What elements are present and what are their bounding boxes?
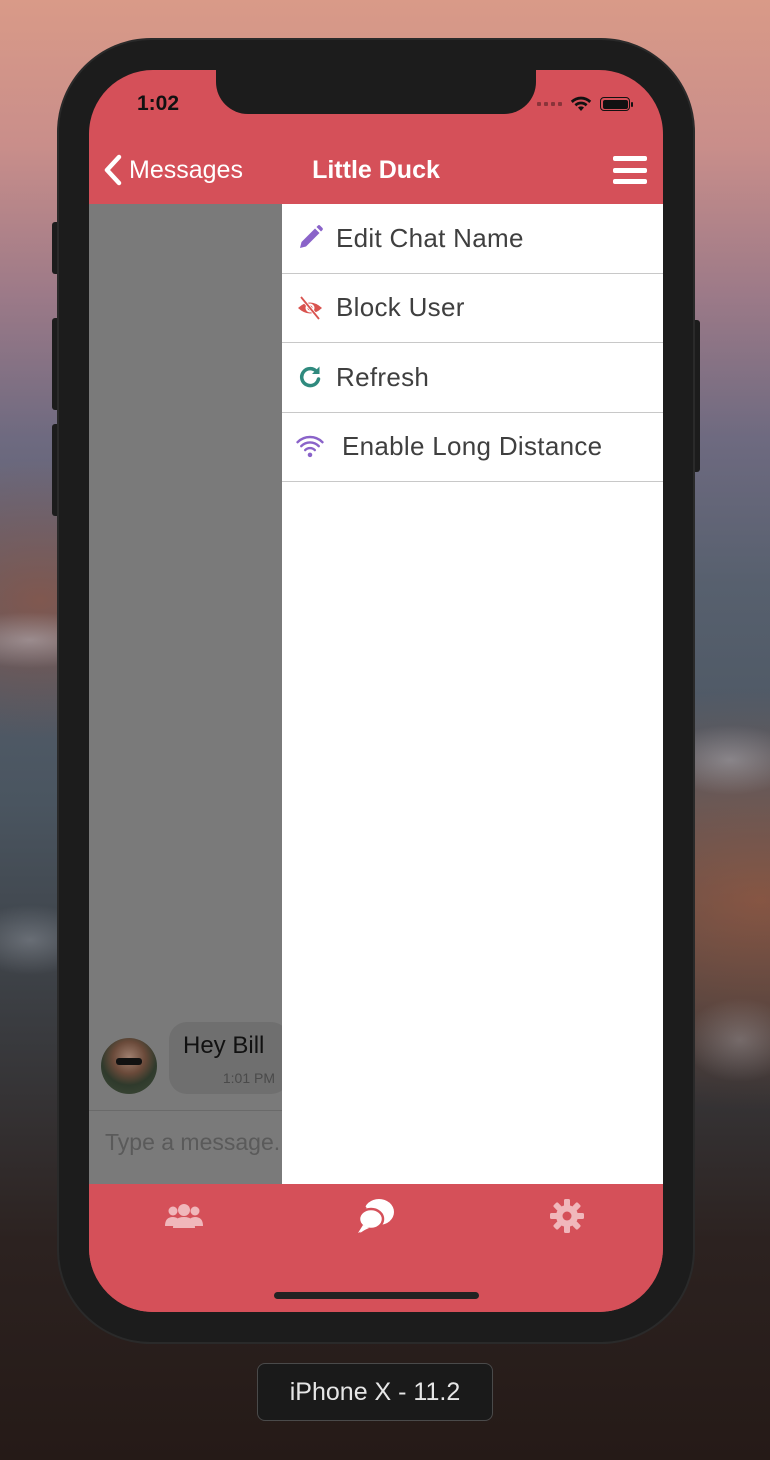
menu-item-label: Block User [336,292,465,323]
message-input[interactable]: Type a message... [105,1129,282,1156]
message-row: Hey Bill 1:01 PM [101,1022,282,1094]
avatar[interactable] [101,1038,157,1094]
message-bubble: Hey Bill 1:01 PM [169,1022,282,1094]
status-icons [537,96,633,112]
hamburger-menu-icon[interactable] [613,156,647,184]
menu-item-label: Enable Long Distance [342,431,603,462]
page-title: Little Duck [89,156,663,185]
menu-item-enable-long-distance[interactable]: Enable Long Distance [282,413,663,482]
status-time: 1:02 [137,92,180,115]
navigation-bar: Messages Little Duck [89,148,663,204]
gear-icon [550,1199,584,1233]
content-area: Hey Bill 1:01 PM Type a message... Edit … [89,204,663,1184]
eye-slash-icon [296,294,324,322]
message-composer[interactable]: Type a message... [89,1110,282,1184]
message-time: 1:01 PM [222,1070,275,1086]
wifi-icon [296,433,324,461]
signal-icon [537,102,562,106]
phone-screen: 1:02 Messages Little Duck Hey Bill 1:01 … [89,70,663,1312]
menu-item-label: Refresh [336,361,430,392]
tab-messages[interactable] [346,1194,406,1238]
notch [216,70,536,114]
menu-item-label: Edit Chat Name [336,222,524,253]
pencil-icon [296,224,324,252]
home-indicator[interactable] [274,1292,479,1299]
battery-icon [600,97,633,111]
menu-item-refresh[interactable]: Refresh [282,343,663,413]
wifi-icon [570,96,592,111]
users-icon [165,1204,203,1228]
tab-settings[interactable] [537,1194,597,1238]
refresh-icon [296,363,324,391]
menu-item-edit-chat-name[interactable]: Edit Chat Name [282,204,663,274]
tab-contacts[interactable] [154,1194,214,1238]
message-text: Hey Bill [183,1032,265,1059]
page-title-text: Little Duck [312,156,440,184]
options-drawer: Edit Chat Name Block User Refresh Enable… [282,204,663,1184]
chat-bubbles-icon [357,1199,394,1233]
chat-area-dimmed[interactable]: Hey Bill 1:01 PM Type a message... [89,204,282,1184]
simulator-device-label: iPhone X - 11.2 [257,1363,493,1421]
menu-item-block-user[interactable]: Block User [282,274,663,343]
